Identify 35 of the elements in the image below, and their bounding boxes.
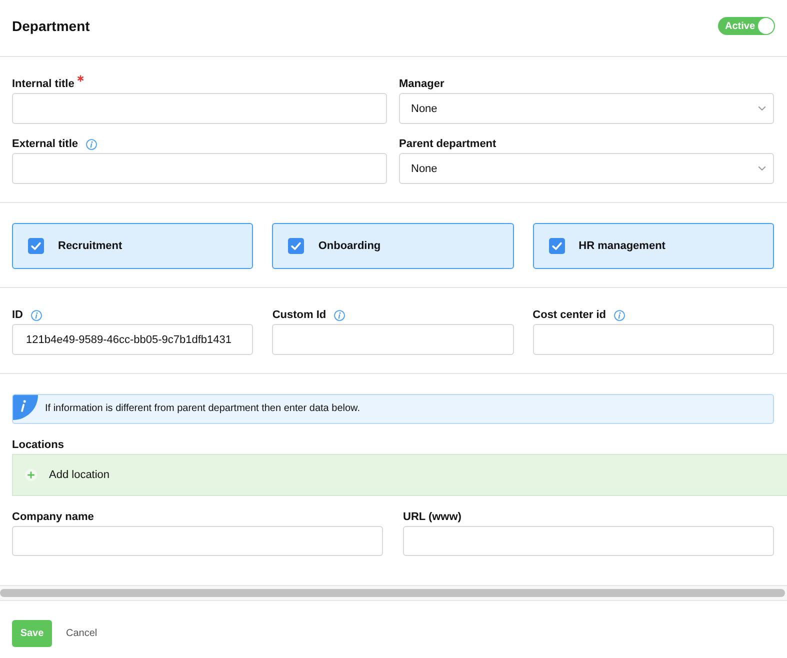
field-label: Manager [399, 77, 444, 91]
checkbox[interactable] [28, 238, 44, 254]
text-field[interactable] [532, 324, 774, 355]
toggle-knob-icon [758, 18, 774, 34]
checkbox[interactable] [288, 238, 304, 254]
text-field[interactable] [12, 153, 387, 184]
text-field[interactable] [272, 324, 514, 355]
cancel-button[interactable]: Cancel [66, 628, 98, 639]
section-label: Locations [12, 438, 64, 452]
module-option[interactable]: HR management [532, 223, 774, 269]
field-label: URL (www) [403, 510, 462, 524]
field-label: External title [12, 137, 78, 151]
chevron-down-icon [758, 166, 766, 171]
text-field[interactable] [403, 526, 774, 556]
checkbox[interactable] [548, 238, 565, 254]
module-option[interactable]: Recruitment [12, 223, 254, 269]
dropdown-field[interactable]: None [399, 153, 774, 184]
field-label: Parent department [399, 137, 496, 151]
info-icon [13, 395, 38, 420]
plus-icon [25, 469, 37, 481]
dropdown-field[interactable]: None [399, 93, 774, 124]
page-title: Department [12, 17, 90, 35]
chevron-down-icon [758, 106, 766, 111]
module-option[interactable]: Onboarding [272, 223, 514, 269]
text-field[interactable] [12, 526, 383, 556]
text-field[interactable]: 121b4e49-9589-46cc-bb05-9c7b1dfb1431 [12, 324, 254, 355]
field-label: Custom Id [272, 308, 326, 322]
horizontal-scrollbar[interactable] [0, 585, 787, 601]
text-field[interactable] [12, 93, 387, 124]
field-label: ID [12, 308, 23, 322]
field-label: Company name [12, 510, 94, 524]
notice-text: If information is different from parent department then enter data below. [45, 402, 360, 416]
add-location-button[interactable]: Add location [25, 469, 110, 481]
field-label: Internal title [12, 77, 74, 91]
field-label: Cost center id [532, 308, 606, 322]
